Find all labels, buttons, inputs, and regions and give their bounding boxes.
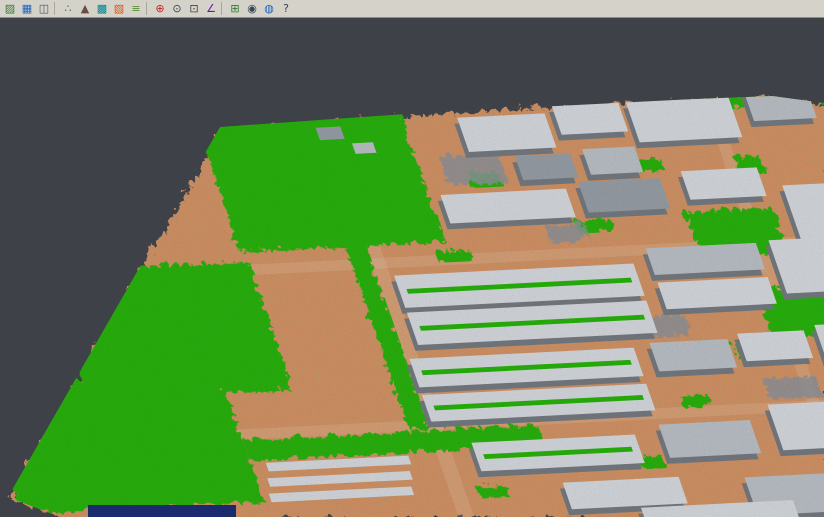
toolbar-separator (146, 2, 150, 15)
viewport-3d[interactable] (0, 18, 824, 517)
mesh-icon[interactable]: ▲ (77, 1, 93, 16)
dem-icon[interactable]: ≡ (128, 1, 144, 16)
measure-icon[interactable]: ∠ (203, 1, 219, 16)
toolbar-separator (221, 2, 225, 15)
classification-icon: ⊕ (155, 2, 164, 15)
texture-icon[interactable]: ▩ (94, 1, 110, 16)
help-icon: ? (283, 2, 289, 15)
save-icon: ▦ (22, 2, 32, 15)
grid-icon: ⊞ (230, 2, 239, 15)
orthophoto-icon: ▧ (114, 2, 124, 15)
grid-icon[interactable]: ⊞ (227, 1, 243, 16)
point-noise-overlay (0, 18, 824, 517)
classification-icon[interactable]: ⊕ (152, 1, 168, 16)
point-cloud-scene[interactable] (0, 18, 824, 517)
dem-icon: ≡ (131, 2, 140, 15)
point-cloud-icon[interactable]: ∴ (60, 1, 76, 16)
save-icon[interactable]: ▦ (19, 1, 35, 16)
screenshot-icon[interactable]: ◫ (36, 1, 52, 16)
globe-icon: ◍ (264, 2, 274, 15)
orthophoto-icon[interactable]: ▧ (111, 1, 127, 16)
toolbar: ▨ ▦ ◫ ∴ ▲ ▩ ▧ ≡ ⊕ ⊙ ⊡ ∠ ⊞ ◉ ◍? (0, 0, 824, 18)
help-icon[interactable]: ? (278, 1, 294, 16)
zoom-fit-icon[interactable]: ⊡ (186, 1, 202, 16)
screenshot-icon: ◫ (39, 2, 49, 15)
texture-icon: ▩ (97, 2, 107, 15)
camera-icon[interactable]: ◉ (244, 1, 260, 16)
globe-icon[interactable]: ◍ (261, 1, 277, 16)
point-cloud-icon: ∴ (65, 2, 72, 15)
zoom-fit-icon: ⊡ (189, 2, 198, 15)
settings-icon: ⊙ (172, 2, 181, 15)
measure-icon: ∠ (206, 2, 216, 15)
camera-icon: ◉ (247, 2, 257, 15)
mesh-icon: ▲ (81, 2, 89, 15)
toolbar-separator (54, 2, 58, 15)
settings-icon[interactable]: ⊙ (169, 1, 185, 16)
open-file-icon: ▨ (5, 2, 15, 15)
open-file-icon[interactable]: ▨ (2, 1, 18, 16)
